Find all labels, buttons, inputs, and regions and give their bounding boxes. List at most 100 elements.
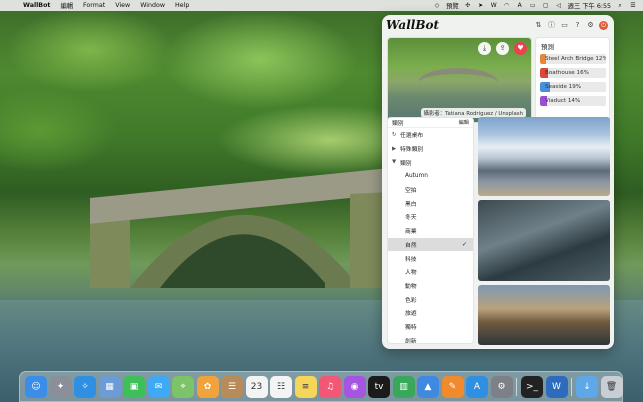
wallpaper-preview[interactable]: ⤓ ⇪ ♥ 攝影者：Tatiana Rodriguez / Unsplash	[387, 37, 532, 123]
app-store-icon[interactable]: A	[466, 376, 488, 398]
category-item[interactable]: 冬天	[388, 210, 473, 224]
finder-icon[interactable]: ☺	[25, 376, 47, 398]
maps-icon[interactable]: ⌖	[172, 376, 194, 398]
dropbox-icon[interactable]: ◇	[433, 2, 441, 9]
category-item[interactable]: 空拍	[388, 183, 473, 197]
reminders-icon[interactable]: ☷	[270, 376, 292, 398]
category-item[interactable]: 獨特	[388, 320, 473, 334]
category-label: 獨特	[405, 324, 417, 331]
category-label: 動物	[405, 283, 417, 290]
wallbot-icon[interactable]: W	[545, 376, 568, 398]
downloads-folder-icon[interactable]: ↓	[576, 376, 598, 398]
trash-icon[interactable]: 🗑	[600, 376, 623, 398]
category-label: 商業	[405, 229, 417, 236]
refresh-icon: ↻	[392, 131, 397, 138]
panel-header: WallBot ⇅ ⓘ ▭ ? ⚙ ⏻	[382, 15, 614, 35]
calendar-icon[interactable]: 23	[245, 376, 268, 398]
tv-icon[interactable]: tv	[368, 376, 390, 398]
contacts-icon[interactable]: ☰	[221, 376, 243, 398]
notes-icon[interactable]: ≡	[294, 376, 317, 398]
numbers-icon[interactable]: ▥	[392, 376, 415, 398]
keynote-icon[interactable]: ▲	[417, 376, 439, 398]
app-title: WallBot	[386, 18, 440, 32]
menu-clock[interactable]: 週三 下午 6:55	[568, 1, 611, 10]
predictions-title: 預測	[541, 43, 554, 51]
facetime-icon[interactable]: ▣	[123, 376, 145, 398]
category-item[interactable]: Autumn	[388, 169, 473, 183]
download-icon[interactable]: ⤓	[478, 42, 491, 55]
category-item[interactable]: 人物	[388, 265, 473, 279]
photos-icon[interactable]: ✿	[196, 376, 219, 398]
search-icon[interactable]: ⌕	[616, 2, 624, 9]
accessibility-icon[interactable]: A	[516, 2, 524, 9]
music-icon[interactable]: ♫	[319, 376, 341, 398]
pin-icon[interactable]: ⇅	[534, 21, 543, 30]
help-icon[interactable]: ?	[573, 21, 582, 30]
category-label: Autumn	[405, 172, 428, 179]
category-label: 冬天	[405, 215, 417, 222]
settings-icon[interactable]: ⚙	[586, 21, 595, 30]
prediction-item: Steel Arch Bridge 12%	[540, 54, 606, 64]
airplay-icon[interactable]: ▢	[542, 2, 550, 9]
prediction-item: Seaside 19%	[540, 82, 606, 92]
category-item[interactable]: 動物	[388, 279, 473, 293]
category-item[interactable]: 科技	[388, 251, 473, 265]
menu-view[interactable]: View	[110, 2, 135, 9]
category-random[interactable]: ↻ 任選桌布	[388, 128, 473, 142]
safari-icon[interactable]: ✧	[74, 376, 96, 398]
category-item[interactable]: 旅遊	[388, 306, 473, 320]
category-header: 類別 編輯	[388, 118, 473, 128]
menu-window[interactable]: Window	[135, 2, 170, 9]
category-special[interactable]: ▶ 特殊類別	[388, 142, 473, 156]
category-label: 人物	[405, 270, 417, 277]
location-icon[interactable]: ➤	[477, 2, 485, 9]
info-icon[interactable]: ⓘ	[547, 21, 556, 30]
category-item[interactable]: 創新	[388, 333, 473, 343]
wallbot-panel: WallBot ⇅ ⓘ ▭ ? ⚙ ⏻ ⤓ ⇪ ♥ 攝影者：Tatiana Ro…	[382, 15, 614, 349]
thumbnail-snowy-mountains[interactable]	[478, 117, 610, 196]
terminal-icon[interactable]: >_	[521, 376, 543, 398]
category-item[interactable]: 黑白	[388, 196, 473, 210]
prediction-label: Boathouse 16%	[545, 70, 589, 76]
pages-icon[interactable]: ✎	[441, 376, 464, 398]
category-label: 特殊類別	[400, 147, 424, 154]
wifi-icon[interactable]: ◠	[503, 2, 511, 9]
battery-icon[interactable]: ▭	[529, 2, 537, 9]
prediction-item: Boathouse 16%	[540, 68, 606, 78]
status-area: ◇ 預覽 ✣ ➤ W ◠ A ▭ ▢ ◁ 週三 下午 6:55 ⌕ ☰	[433, 1, 643, 10]
system-preferences-icon[interactable]: ⚙	[490, 376, 513, 398]
volume-icon[interactable]: ◁	[555, 2, 563, 9]
preview-bridge-shape	[418, 68, 498, 98]
power-icon[interactable]: ⏻	[599, 20, 608, 30]
preview-icon[interactable]: ▦	[98, 376, 121, 398]
thumbnail-mountain-lake[interactable]	[478, 285, 610, 345]
menu-wallbot[interactable]: WallBot	[18, 2, 55, 9]
input-source-label[interactable]: 預覽	[446, 1, 459, 10]
category-item-selected[interactable]: 自然 ✓	[388, 237, 473, 252]
category-item[interactable]: 商業	[388, 224, 473, 238]
menu-format[interactable]: Format	[78, 2, 110, 9]
category-label: 色彩	[405, 297, 417, 304]
pinwheel-icon[interactable]: ✣	[464, 2, 472, 9]
share-icon[interactable]: ⇪	[496, 42, 509, 55]
thumbnail-coastal-road[interactable]	[478, 200, 610, 281]
category-item[interactable]: 色彩	[388, 292, 473, 306]
messages-icon[interactable]: ✉	[147, 376, 170, 398]
wallbot-icon[interactable]: W	[490, 2, 498, 9]
predictions-panel: 預測 Steel Arch Bridge 12% Boathouse 16% S…	[535, 37, 610, 123]
menu-help[interactable]: Help	[170, 2, 194, 9]
wallpaper-stone-bridge	[90, 168, 390, 288]
menu-bar: WallBot 編輯 Format View Window Help ◇ 預覽 …	[0, 0, 643, 11]
menu-edit[interactable]: 編輯	[55, 1, 78, 10]
category-group[interactable]: ▼ 類別	[388, 155, 473, 169]
category-label: 自然	[405, 242, 417, 249]
launchpad-icon[interactable]: ✦	[49, 376, 72, 398]
heart-icon[interactable]: ♥	[514, 42, 527, 55]
category-label: 旅遊	[405, 311, 417, 318]
feedback-icon[interactable]: ▭	[560, 21, 569, 30]
dock-separator	[571, 378, 572, 396]
podcasts-icon[interactable]: ◉	[343, 376, 366, 398]
edit-button[interactable]: 編輯	[459, 119, 469, 126]
control-center-icon[interactable]: ☰	[629, 2, 637, 9]
category-header-label: 類別	[392, 121, 404, 127]
